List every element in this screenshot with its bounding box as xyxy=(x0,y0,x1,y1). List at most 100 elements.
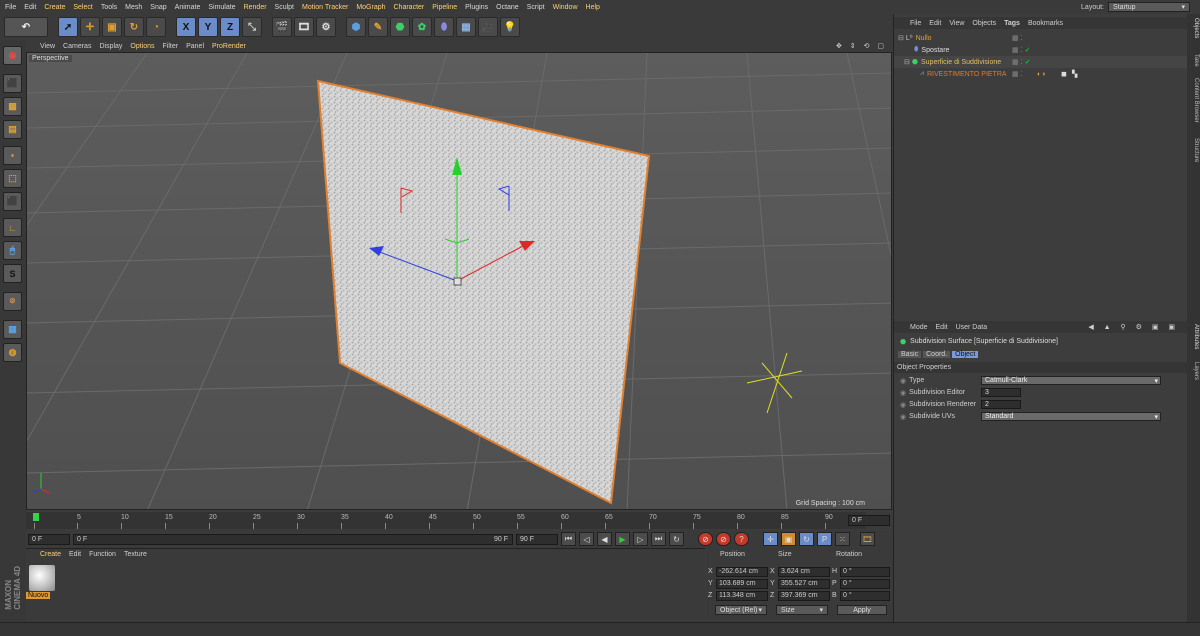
size-z-field[interactable]: 397.369 cm xyxy=(778,590,830,601)
attr-menu-mode[interactable]: Mode xyxy=(910,324,928,331)
size-y-field[interactable]: 355.527 cm xyxy=(778,578,830,589)
go-to-start-button[interactable]: ⏮ xyxy=(561,532,576,546)
objects-menu-view[interactable]: View xyxy=(949,20,964,27)
render-view-button[interactable]: 🎬 xyxy=(272,17,292,37)
axis-mode-button[interactable]: ∟ xyxy=(3,218,22,237)
menu-window[interactable]: Window xyxy=(553,4,578,11)
tab-basic[interactable]: Basic xyxy=(898,351,922,358)
previous-frame-button[interactable]: ◀ xyxy=(597,532,612,546)
objects-menu-edit[interactable]: Edit xyxy=(929,20,941,27)
object-name-spostare[interactable]: Spostare xyxy=(921,47,949,54)
viewport-menu-view[interactable]: View xyxy=(40,43,55,50)
add-light-button[interactable]: 💡 xyxy=(500,17,520,37)
menu-plugins[interactable]: Plugins xyxy=(465,4,488,11)
attr-nav-icons[interactable]: ◀ ▲ ⚲ ⚙ ▣ ▣ xyxy=(1088,323,1179,331)
tab-coord[interactable]: Coord. xyxy=(923,351,951,358)
animate-dot-icon[interactable]: ◉ xyxy=(900,389,906,397)
menu-snap[interactable]: Snap xyxy=(150,4,166,11)
x-axis-button[interactable]: X xyxy=(176,17,196,37)
material-menu-function[interactable]: Function xyxy=(89,551,116,558)
object-row[interactable]: ⬮ Spostare ▦ ⁚ ✓ xyxy=(894,44,1187,56)
menu-select[interactable]: Select xyxy=(73,4,92,11)
position-z-field[interactable]: 113.348 cm xyxy=(716,590,768,601)
render-settings-button[interactable]: ⚙ xyxy=(316,17,336,37)
tweak-mode-button[interactable]: 🖱 xyxy=(3,241,22,260)
menu-edit[interactable]: Edit xyxy=(24,4,36,11)
tab-layers[interactable]: Layers xyxy=(1188,362,1199,380)
perspective-viewport[interactable]: Perspective Grid Spacing : 100 cm xyxy=(26,52,892,510)
edges-mode-button[interactable]: ⬚ xyxy=(3,169,22,188)
model-mode-button[interactable]: ⬛ xyxy=(3,74,22,93)
snap-button[interactable]: S xyxy=(3,264,22,283)
phong-tag-icon[interactable]: ◐◑ xyxy=(1037,71,1045,78)
timeline-window-button[interactable]: 🎞 xyxy=(860,532,875,546)
start-frame-field[interactable]: 0 F xyxy=(28,533,70,545)
subdivision-editor-field[interactable]: 3 xyxy=(981,388,1021,397)
size-x-field[interactable]: 3.624 cm xyxy=(778,566,830,577)
points-mode-button[interactable]: ⬝ xyxy=(3,146,22,165)
keyframe-selection-button[interactable]: ? xyxy=(734,532,749,546)
scale-tool-button[interactable]: ▣ xyxy=(102,17,122,37)
object-row[interactable]: ⊟ L⁰ Nullo ▦ ⁚ xyxy=(894,32,1187,44)
add-deformer-button[interactable]: ⬮ xyxy=(434,17,454,37)
key-pla-button[interactable]: ⁙ xyxy=(835,532,850,546)
viewport-menu-filter[interactable]: Filter xyxy=(163,43,179,50)
menu-character[interactable]: Character xyxy=(394,4,425,11)
rotate-tool-button[interactable]: ↻ xyxy=(124,17,144,37)
menu-file[interactable]: File xyxy=(5,4,16,11)
timeline-ruler[interactable]: 0 5 10 15 20 25 30 35 40 45 50 55 60 65 … xyxy=(26,512,866,529)
frame-range-slider[interactable]: 0 F 90 F xyxy=(73,533,513,545)
rotation-b-field[interactable]: 0 ° xyxy=(840,590,890,601)
recent-tool-button[interactable]: ◔ xyxy=(146,17,166,37)
tab-structure[interactable]: Structure xyxy=(1188,138,1199,162)
menu-mograph[interactable]: MoGraph xyxy=(356,4,385,11)
key-rotation-button[interactable]: ↻ xyxy=(799,532,814,546)
tab-content-browser[interactable]: Content Browser xyxy=(1188,78,1199,123)
position-x-field[interactable]: -262.614 cm xyxy=(716,566,768,577)
viewport-nav-icons[interactable]: ✥ ⇕ ⟲ ▢ xyxy=(836,42,887,50)
viewport-menu-panel[interactable]: Panel xyxy=(186,43,204,50)
key-scale-button[interactable]: ▣ xyxy=(781,532,796,546)
material-name[interactable]: Nuovo xyxy=(26,592,51,599)
objects-menu-tags[interactable]: Tags xyxy=(1004,20,1020,27)
menu-mesh[interactable]: Mesh xyxy=(125,4,142,11)
play-button[interactable]: ▶ xyxy=(615,532,630,546)
workplane-mode-button[interactable]: ▤ xyxy=(3,120,22,139)
menu-pipeline[interactable]: Pipeline xyxy=(432,4,457,11)
previous-key-button[interactable]: ◁ xyxy=(579,532,594,546)
tab-object[interactable]: Object xyxy=(952,351,979,358)
menu-render[interactable]: Render xyxy=(244,4,267,11)
visibility-dots-icon[interactable]: ▦ ⁚ ✓ xyxy=(1012,46,1031,54)
visibility-dots-icon[interactable]: ▦ ⁚ xyxy=(1012,70,1023,78)
object-row[interactable]: ⩘ RIVESTIMENTO PIETRA ▦ ⁚ ◐◑ ◼ ▚ xyxy=(894,68,1187,80)
attr-menu-user-data[interactable]: User Data xyxy=(956,324,988,331)
go-to-end-button[interactable]: ⏭ xyxy=(651,532,666,546)
tab-take[interactable]: Take xyxy=(1188,54,1199,67)
size-mode-select[interactable]: Size ▾ xyxy=(776,605,828,615)
add-pen-spline-button[interactable]: ✎ xyxy=(368,17,388,37)
objects-menu-file[interactable]: File xyxy=(910,20,921,27)
tab-objects[interactable]: Objects xyxy=(1188,18,1199,38)
animate-dot-icon[interactable]: ◉ xyxy=(900,377,906,385)
material-menu-create[interactable]: Create xyxy=(40,551,61,558)
move-tool-button[interactable]: ✛ xyxy=(80,17,100,37)
workplane-lock-button[interactable]: ⌾ xyxy=(3,292,22,311)
polygons-mode-button[interactable]: ⬛ xyxy=(3,192,22,211)
rotation-h-field[interactable]: 0 ° xyxy=(840,566,890,577)
add-floor-button[interactable]: ▦ xyxy=(456,17,476,37)
subdivide-uvs-select[interactable]: Standard ▾ xyxy=(981,412,1161,421)
solo-button[interactable]: ◍ xyxy=(3,343,22,362)
type-select[interactable]: Catmull-Clark ▾ xyxy=(981,376,1161,385)
menu-help[interactable]: Help xyxy=(586,4,600,11)
viewport-menu-cameras[interactable]: Cameras xyxy=(63,43,91,50)
coordinate-mode-select[interactable]: Object (Rel) ▾ xyxy=(715,605,767,615)
object-name-rivestimento[interactable]: RIVESTIMENTO PIETRA xyxy=(927,71,1007,78)
uvw-tag-icon[interactable]: ▚ xyxy=(1072,70,1077,78)
collapse-icon[interactable]: ⊟ xyxy=(904,58,910,66)
enabled-check-icon[interactable]: ✓ xyxy=(1025,47,1031,54)
render-picture-viewer-button[interactable]: 🎞 xyxy=(294,17,314,37)
timeline-playhead[interactable] xyxy=(33,513,39,521)
key-parameter-button[interactable]: P xyxy=(817,532,832,546)
viewport-canvas[interactable] xyxy=(27,53,892,510)
viewport-menu-options[interactable]: Options xyxy=(130,43,154,50)
